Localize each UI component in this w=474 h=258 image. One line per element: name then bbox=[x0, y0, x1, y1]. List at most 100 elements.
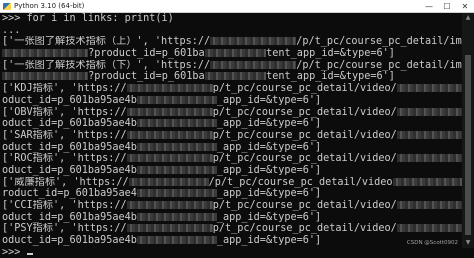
console-text: /p/t_pc/course_pc_detail/image_text/i_61… bbox=[296, 59, 462, 71]
redacted-text bbox=[204, 72, 267, 81]
console-text: _app_id=&type=6'] bbox=[216, 118, 322, 130]
console-line: >>> for i in links: print(i) bbox=[2, 13, 462, 25]
console-line: oduct_id=p_601ba95ae4b _app_id=&type=6'] bbox=[2, 235, 462, 247]
console-text: oduct_id=p_601ba95ae4b bbox=[2, 118, 137, 130]
vertical-scrollbar[interactable]: ▲ ▼ bbox=[462, 13, 474, 248]
title-bar[interactable]: Python 3.10 (64-bit) — ☐ ✕ bbox=[0, 0, 474, 13]
redacted-text bbox=[136, 142, 217, 151]
console-line: ['威廉指标', 'https:// /p/t_pc/course_pc_deta… bbox=[2, 177, 462, 189]
redacted-text bbox=[136, 119, 217, 128]
console-text: ['一张图了解技术指标（上）', 'https:// bbox=[2, 36, 211, 48]
redacted-text bbox=[126, 130, 213, 139]
console-line: ?product_id=p_601ba tent_app_id=&type=6'] bbox=[2, 48, 462, 60]
console-text: oduct_id=p_601ba95ae4b bbox=[2, 164, 137, 176]
console-text: p/t_pc/course_pc_detail/video/ bbox=[212, 83, 397, 95]
console-text: _app_id=&type=6'] bbox=[216, 211, 322, 223]
redacted-text bbox=[136, 189, 217, 198]
python-console-window: Python 3.10 (64-bit) — ☐ ✕ >>> for i in … bbox=[0, 0, 474, 258]
window-title: Python 3.10 (64-bit) bbox=[14, 2, 85, 10]
console-text: >>> bbox=[2, 246, 27, 258]
console-text: p/t_pc/course_pc_detail/video/ bbox=[212, 153, 397, 165]
redacted-text bbox=[210, 60, 297, 69]
python-icon bbox=[3, 2, 11, 10]
console-line: ['一张图了解技术指标（下）', 'https:// /p/t_pc/course… bbox=[2, 60, 462, 72]
console-text: ?product_id=p_601ba bbox=[88, 71, 205, 83]
console-text: ['SAR指标', 'https:// bbox=[2, 129, 127, 141]
console-text: ?product_id=p_601ba bbox=[88, 48, 205, 60]
console-text: tent_app_id=&type=6'] bbox=[266, 48, 395, 60]
redacted-text bbox=[396, 154, 462, 163]
console-line: ?product_id=p_601ba tent_app_id=&type=6'] bbox=[2, 71, 462, 83]
console-text: ['PSY指标', 'https:// bbox=[2, 223, 127, 235]
redacted-text bbox=[136, 165, 217, 174]
redacted-text bbox=[2, 49, 89, 58]
console-text: oduct_id=p_601ba95ae4b bbox=[2, 235, 137, 247]
console-text: /p/t_pc/course_pc_detail/image_text/i_61… bbox=[296, 36, 462, 48]
text-cursor bbox=[26, 252, 33, 255]
console-text: _app_id=&type=6'] bbox=[216, 235, 322, 247]
console-line: oduct_id=p_601ba95ae4b _app_id=&type=6'] bbox=[2, 118, 462, 130]
console-text: ['威廉指标', 'https:// bbox=[2, 176, 129, 188]
redacted-text bbox=[136, 236, 217, 245]
console-text: p/t_pc/course_pc_detail/video/ bbox=[212, 223, 397, 235]
redacted-text bbox=[204, 49, 267, 58]
console-line: >>> bbox=[2, 247, 462, 258]
console-text: ['一张图了解技术指标（下）', 'https:// bbox=[2, 59, 211, 71]
console-text: _app_id=&type=6'] bbox=[216, 141, 322, 153]
console-line: roduct_id=p_601ba95ae4 _app_id=&type=6'] bbox=[2, 188, 462, 200]
console-text: ['OBV指标', 'https:// bbox=[2, 106, 127, 118]
redacted-text bbox=[126, 107, 213, 116]
redacted-text bbox=[126, 201, 213, 209]
console-text: ['CCI指标', 'https:// bbox=[2, 200, 127, 211]
console-line: ['OBV指标', 'https:// p/t_pc/course_pc_deta… bbox=[2, 107, 462, 119]
minimize-button[interactable]: — bbox=[420, 0, 438, 12]
watermark: CSDN @Scott0902 bbox=[406, 240, 458, 246]
scroll-up-arrow-icon[interactable]: ▲ bbox=[462, 13, 474, 23]
console-line: ['ROC指标', 'https:// p/t_pc/course_pc_deta… bbox=[2, 153, 462, 165]
scrollbar-thumb[interactable] bbox=[465, 55, 471, 235]
console-text: _app_id=&type=6'] bbox=[216, 164, 322, 176]
console-text: oduct_id=p_601ba95ae4b bbox=[2, 94, 137, 106]
console-text: ['KDJ指标', 'https:// bbox=[2, 83, 127, 95]
console-text: oduct_id=p_601ba95ae4b bbox=[2, 141, 137, 153]
console-line: ['一张图了解技术指标（上）', 'https:// /p/t_pc/course… bbox=[2, 36, 462, 48]
console-text: ['ROC指标', 'https:// bbox=[2, 153, 127, 165]
redacted-text bbox=[136, 95, 217, 104]
redacted-text bbox=[126, 154, 213, 163]
redacted-text bbox=[396, 224, 462, 233]
redacted-text bbox=[136, 212, 217, 221]
console-line: oduct_id=p_601ba95ae4b _app_id=&type=6'] bbox=[2, 165, 462, 177]
maximize-button[interactable]: ☐ bbox=[438, 0, 456, 12]
console-text: /p/t_pc/course_pc_detail/video bbox=[208, 176, 393, 188]
console-line: ... bbox=[2, 25, 462, 37]
console-text: ... bbox=[2, 24, 21, 36]
console-text: p/t_pc/course_pc_detail/video/ bbox=[212, 129, 397, 141]
redacted-text bbox=[128, 177, 209, 186]
console-text: _app_id=&type=6'] bbox=[216, 94, 322, 106]
redacted-text bbox=[126, 224, 213, 233]
scroll-down-arrow-icon[interactable]: ▼ bbox=[462, 238, 474, 248]
close-button[interactable]: ✕ bbox=[456, 0, 474, 12]
console-line: oduct_id=p_601ba95ae4b _app_id=&type=6'] bbox=[2, 212, 462, 224]
console-text: roduct_id=p_601ba95ae4 bbox=[2, 188, 137, 200]
console-line: oduct_id=p_601ba95ae4b _app_id=&type=6'] bbox=[2, 95, 462, 107]
redacted-text bbox=[396, 201, 462, 209]
console-line: oduct_id=p_601ba95ae4b _app_id=&type=6'] bbox=[2, 142, 462, 154]
console-line: ['CCI指标', 'https:// p/t_pc/course_pc_deta… bbox=[2, 200, 462, 212]
console-text: _app_id=&type=6'] bbox=[216, 188, 322, 200]
redacted-text bbox=[396, 130, 462, 139]
console-text: p/t_pc/course_pc_detail/video/ bbox=[212, 200, 397, 211]
redacted-text bbox=[126, 84, 213, 93]
console-line: ['SAR指标', 'https:// p/t_pc/course_pc_deta… bbox=[2, 130, 462, 142]
console-text: oduct_id=p_601ba95ae4b bbox=[2, 211, 137, 223]
redacted-text bbox=[210, 37, 297, 46]
redacted-text bbox=[2, 72, 89, 81]
console-line: ['KDJ指标', 'https:// p/t_pc/course_pc_deta… bbox=[2, 83, 462, 95]
console-text: >>> for i in links: print(i) bbox=[2, 13, 174, 24]
redacted-text bbox=[392, 177, 462, 186]
window-controls: — ☐ ✕ bbox=[420, 0, 474, 12]
console-text: tent_app_id=&type=6'] bbox=[266, 71, 395, 83]
console-line: ['PSY指标', 'https:// p/t_pc/course_pc_deta… bbox=[2, 223, 462, 235]
console-output[interactable]: >>> for i in links: print(i)... ['一张图了解技术… bbox=[0, 13, 462, 258]
redacted-text bbox=[396, 107, 462, 116]
